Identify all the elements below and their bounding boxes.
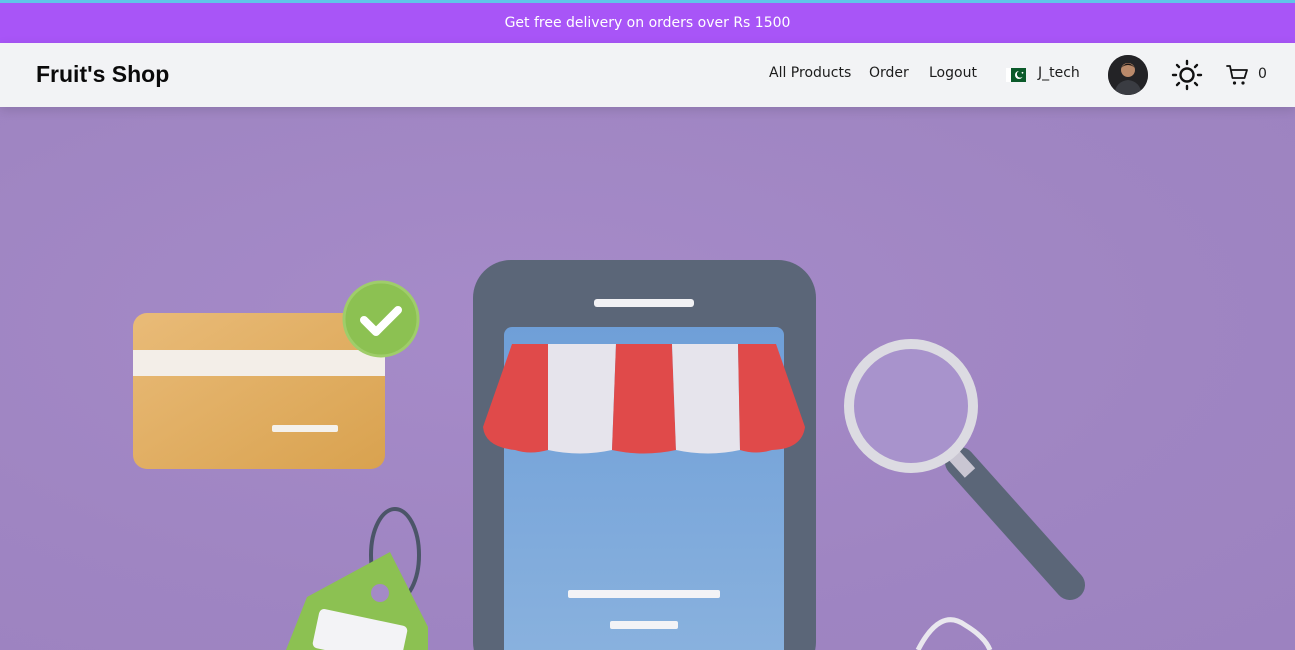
nav-logout[interactable]: Logout [929,65,977,81]
promo-text: Get free delivery on orders over Rs 1500 [504,15,791,31]
nav-order[interactable]: Order [869,65,909,81]
pakistan-flag-icon [1006,68,1026,82]
shopping-bag-icon [915,617,993,650]
phone-store-icon [473,260,816,650]
user-avatar[interactable] [1108,55,1148,95]
sun-icon[interactable] [1171,59,1203,91]
price-tag-icon [286,507,428,650]
navbar: Fruit's Shop All Products Order Logout J… [0,43,1295,107]
credit-card-icon [133,280,420,469]
brand-logo[interactable]: Fruit's Shop [36,61,169,88]
magnifier-icon [844,339,1085,600]
user-name[interactable]: J_tech [1038,65,1080,81]
hero-illustration [133,260,1085,650]
promo-banner: Get free delivery on orders over Rs 1500 [0,3,1295,43]
cart-icon[interactable] [1226,63,1250,87]
cart-count: 0 [1258,66,1267,82]
hero-banner [0,107,1295,650]
nav-all-products[interactable]: All Products [769,65,851,81]
